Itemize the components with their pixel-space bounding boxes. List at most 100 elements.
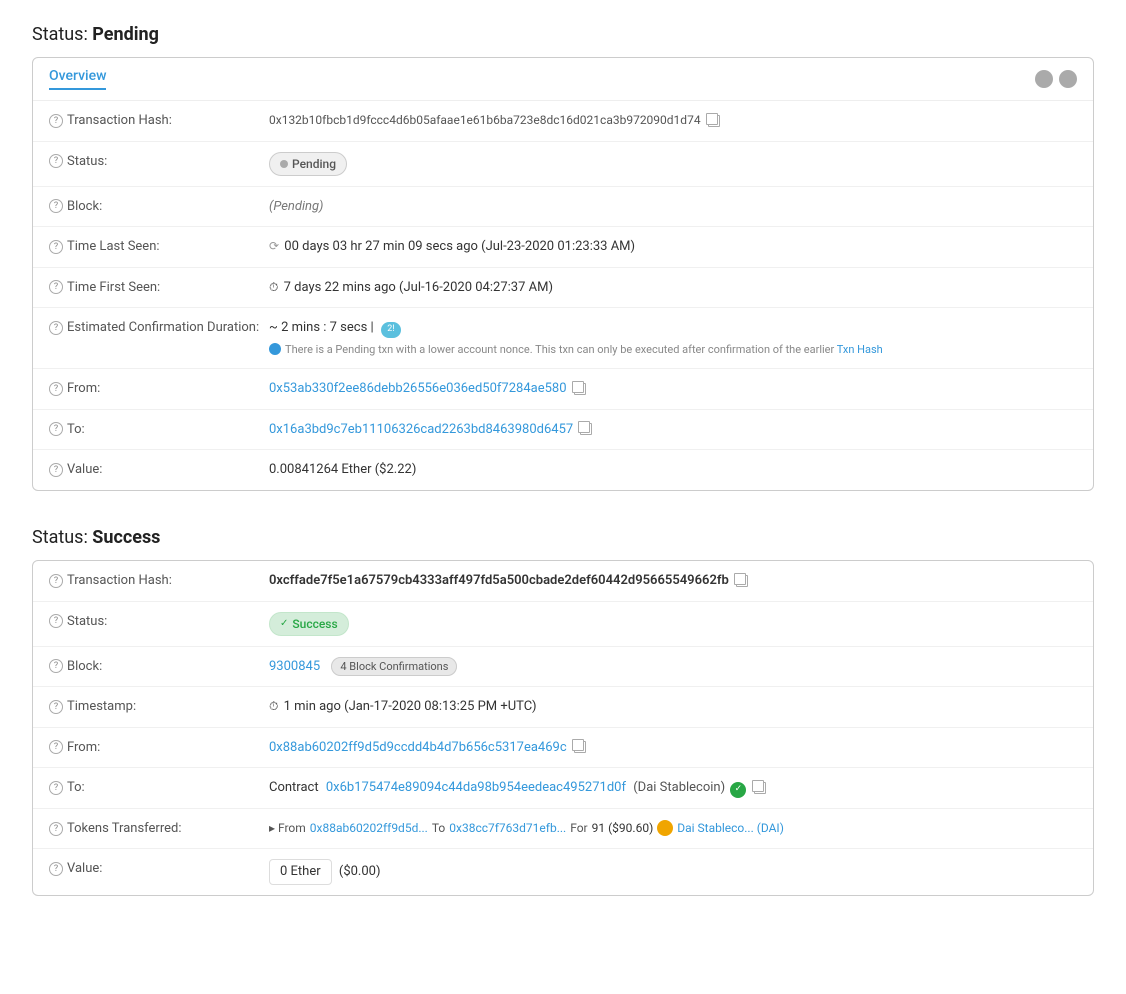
success-card: ? Transaction Hash: 0xcffade7f5e1a67579c… [32, 560, 1094, 895]
success-from-label: ? From: [49, 738, 269, 755]
to-address-link[interactable]: 0x16a3bd9c7eb11106326cad2263bd8463980d64… [269, 422, 573, 437]
token-to-link[interactable]: 0x38cc7f763d71efb... [449, 819, 566, 837]
timestamp-value: ⏱ 1 min ago (Jan-17-2020 08:13:25 PM +UT… [269, 697, 1077, 717]
success-status-row: ? Status: ✓ Success [33, 602, 1093, 647]
pending-card: Overview ? Transaction Hash: 0x132b10fbc… [32, 57, 1094, 491]
help-icon[interactable]: ? [49, 781, 63, 795]
success-value-label: ? Value: [49, 859, 269, 876]
info-badge: 2! [381, 322, 401, 338]
token-transfer-detail: ▸ From 0x88ab60202ff9d5d... To 0x38cc7f7… [269, 819, 1077, 837]
est-conf-row: ? Estimated Confirmation Duration: ~ 2 m… [33, 308, 1093, 369]
success-from-value: 0x88ab60202ff9d5d9ccdd4b4d7b656c5317ea46… [269, 738, 1077, 758]
block-label: ? Block: [49, 197, 269, 214]
copy-icon[interactable] [574, 383, 586, 395]
success-to-row: ? To: Contract 0x6b175474e89094c44da98b9… [33, 768, 1093, 809]
success-block-value: 9300845 4 Block Confirmations [269, 657, 1077, 677]
from-row: ? From: 0x53ab330f2ee86debb26556e036ed50… [33, 369, 1093, 410]
success-block-row: ? Block: 9300845 4 Block Confirmations [33, 647, 1093, 688]
block-value: (Pending) [269, 197, 1077, 217]
overview-tab[interactable]: Overview [49, 68, 106, 90]
copy-icon[interactable] [708, 115, 720, 127]
timestamp-row: ? Timestamp: ⏱ 1 min ago (Jan-17-2020 08… [33, 687, 1093, 728]
est-conf-value: ~ 2 mins : 7 secs | 2! There is a Pendin… [269, 318, 1077, 358]
success-to-label: ? To: [49, 778, 269, 795]
token-from-link[interactable]: 0x88ab60202ff9d5d... [310, 819, 428, 837]
timestamp-label: ? Timestamp: [49, 697, 269, 714]
header-icon-1 [1035, 70, 1053, 88]
block-row: ? Block: (Pending) [33, 187, 1093, 228]
block-confirmations-badge: 4 Block Confirmations [331, 657, 457, 676]
status-value: Pending [269, 152, 1077, 176]
help-icon[interactable]: ? [49, 700, 63, 714]
spinner-icon: ⟳ [269, 237, 279, 255]
pending-section-title: Status: Pending [32, 24, 1094, 45]
from-label: ? From: [49, 379, 269, 396]
help-icon[interactable]: ? [49, 574, 63, 588]
help-icon[interactable]: ? [49, 321, 63, 335]
help-icon[interactable]: ? [49, 114, 63, 128]
success-from-row: ? From: 0x88ab60202ff9d5d9ccdd4b4d7b656c… [33, 728, 1093, 769]
help-icon[interactable]: ? [49, 240, 63, 254]
header-icons [1035, 70, 1077, 88]
help-icon[interactable]: ? [49, 822, 63, 836]
to-value: 0x16a3bd9c7eb11106326cad2263bd8463980d64… [269, 420, 1077, 440]
tokens-row: ? Tokens Transferred: ▸ From 0x88ab60202… [33, 809, 1093, 849]
help-icon[interactable]: ? [49, 740, 63, 754]
success-tx-hash-label: ? Transaction Hash: [49, 571, 269, 588]
ether-value-box: 0 Ether [269, 859, 332, 885]
success-tx-hash-row: ? Transaction Hash: 0xcffade7f5e1a67579c… [33, 561, 1093, 602]
value-amount: 0.00841264 Ether ($2.22) [269, 460, 1077, 480]
block-number-link[interactable]: 9300845 [269, 659, 320, 674]
value-row: ? Value: 0.00841264 Ether ($2.22) [33, 450, 1093, 490]
help-icon[interactable]: ? [49, 280, 63, 294]
success-status-value: ✓ Success [269, 612, 1077, 636]
time-first-seen-row: ? Time First Seen: ⏱ 7 days 22 mins ago … [33, 268, 1093, 309]
from-address-link[interactable]: 0x53ab330f2ee86debb26556e036ed50f7284ae5… [269, 381, 567, 396]
success-to-value: Contract 0x6b175474e89094c44da98b954eede… [269, 778, 1077, 798]
success-status-label: ? Status: [49, 612, 269, 629]
token-name-link[interactable]: Dai Stableco... (DAI) [677, 819, 784, 837]
info-dot [269, 343, 281, 355]
token-icon [657, 820, 673, 836]
from-value: 0x53ab330f2ee86debb26556e036ed50f7284ae5… [269, 379, 1077, 399]
help-icon[interactable]: ? [49, 199, 63, 213]
tx-hash-row: ? Transaction Hash: 0x132b10fbcb1d9fccc4… [33, 101, 1093, 142]
help-icon[interactable]: ? [49, 382, 63, 396]
card-header: Overview [33, 58, 1093, 101]
tokens-value: ▸ From 0x88ab60202ff9d5d... To 0x38cc7f7… [269, 819, 1077, 837]
success-status-badge: ✓ Success [269, 612, 349, 636]
help-icon[interactable]: ? [49, 614, 63, 628]
est-conf-note: There is a Pending txn with a lower acco… [269, 342, 1077, 359]
success-section-title: Status: Success [32, 527, 1094, 548]
est-conf-label: ? Estimated Confirmation Duration: [49, 318, 269, 335]
copy-icon[interactable] [574, 741, 586, 753]
tokens-label: ? Tokens Transferred: [49, 819, 269, 836]
time-last-seen-label: ? Time Last Seen: [49, 237, 269, 254]
clock-icon: ⏱ [269, 699, 278, 713]
help-icon[interactable]: ? [49, 463, 63, 477]
copy-icon[interactable] [580, 423, 592, 435]
time-first-seen-label: ? Time First Seen: [49, 278, 269, 295]
time-last-seen-value: ⟳ 00 days 03 hr 27 min 09 secs ago (Jul-… [269, 237, 1077, 257]
help-icon[interactable]: ? [49, 422, 63, 436]
verified-icon: ✓ [730, 782, 746, 798]
time-first-seen-value: ⏱ 7 days 22 mins ago (Jul-16-2020 04:27:… [269, 278, 1077, 298]
success-tx-hash-value: 0xcffade7f5e1a67579cb4333aff497fd5a500cb… [269, 571, 1077, 591]
help-icon[interactable]: ? [49, 862, 63, 876]
success-value-amount: 0 Ether ($0.00) [269, 859, 1077, 885]
copy-icon[interactable] [754, 782, 766, 794]
success-value-row: ? Value: 0 Ether ($0.00) [33, 849, 1093, 895]
success-block-label: ? Block: [49, 657, 269, 674]
help-icon[interactable]: ? [49, 154, 63, 168]
tx-hash-label: ? Transaction Hash: [49, 111, 269, 128]
txn-hash-link[interactable]: Txn Hash [837, 343, 883, 356]
status-row: ? Status: Pending [33, 142, 1093, 187]
to-contract-link[interactable]: 0x6b175474e89094c44da98b954eedeac495271d… [326, 780, 626, 795]
to-row: ? To: 0x16a3bd9c7eb11106326cad2263bd8463… [33, 410, 1093, 451]
success-from-address-link[interactable]: 0x88ab60202ff9d5d9ccdd4b4d7b656c5317ea46… [269, 740, 567, 755]
time-last-seen-row: ? Time Last Seen: ⟳ 00 days 03 hr 27 min… [33, 227, 1093, 268]
help-icon[interactable]: ? [49, 659, 63, 673]
clock-icon: ⏱ [269, 280, 278, 294]
tx-hash-value: 0x132b10fbcb1d9fccc4d6b05afaae1e61b6ba72… [269, 111, 1077, 131]
copy-icon[interactable] [736, 575, 748, 587]
